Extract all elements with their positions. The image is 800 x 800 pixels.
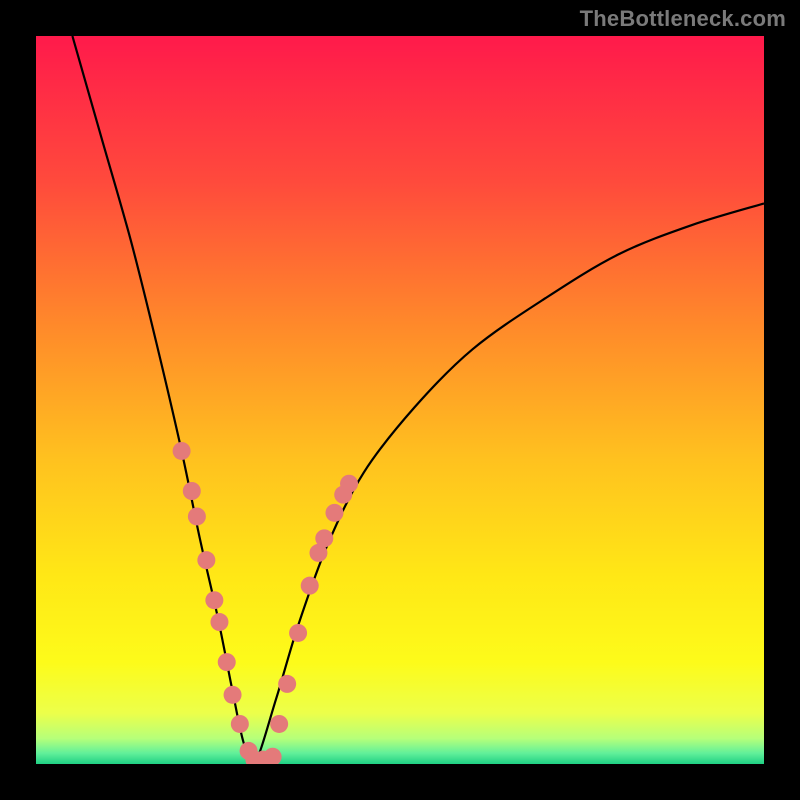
marker-dot	[325, 504, 343, 522]
marker-dot	[315, 529, 333, 547]
marker-dot	[278, 675, 296, 693]
marker-dot	[301, 577, 319, 595]
marker-dot	[205, 591, 223, 609]
watermark-text: TheBottleneck.com	[580, 6, 786, 32]
marker-dot	[173, 442, 191, 460]
marker-dot	[183, 482, 201, 500]
figure-container: { "watermark": "TheBottleneck.com", "dim…	[0, 0, 800, 800]
bottleneck-chart	[0, 0, 800, 800]
marker-dot	[289, 624, 307, 642]
marker-dot	[218, 653, 236, 671]
marker-dot	[340, 475, 358, 493]
marker-dot	[197, 551, 215, 569]
marker-dot	[270, 715, 288, 733]
marker-dot	[210, 613, 228, 631]
marker-dot	[224, 686, 242, 704]
marker-dot	[188, 507, 206, 525]
marker-dot	[264, 748, 282, 766]
marker-dot	[231, 715, 249, 733]
plot-background	[36, 36, 764, 764]
